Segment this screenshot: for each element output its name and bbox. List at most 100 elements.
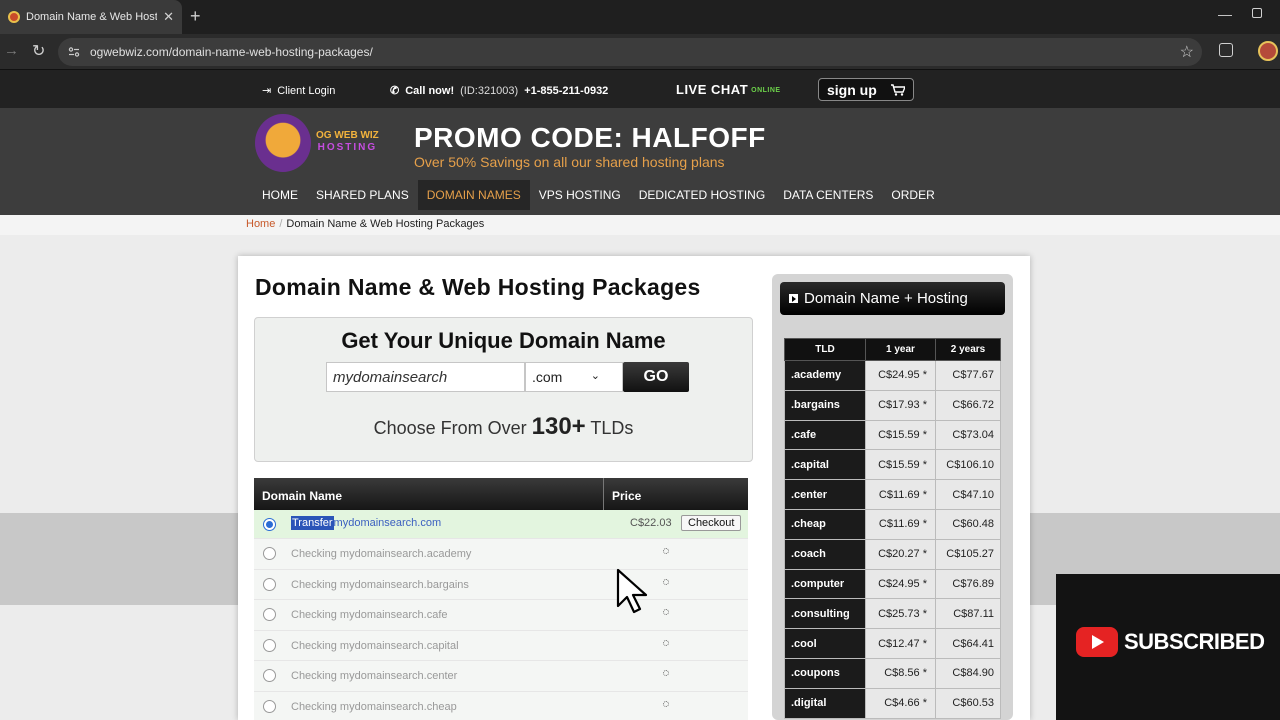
phone-icon: ✆ [390, 85, 400, 97]
col-1-year: 1 year [865, 338, 936, 361]
nav-data-centers[interactable]: DATA CENTERS [774, 180, 882, 210]
forward-icon[interactable]: → [4, 42, 19, 59]
tld-row: .computer C$24.95 * C$76.89 [784, 568, 1001, 600]
col-tld: TLD [784, 338, 866, 361]
domain-results-table: Domain Name Price Transfermydomainsearch… [254, 478, 748, 720]
go-button[interactable]: GO [623, 362, 689, 392]
table-row: Checking mydomainsearch.bargains [254, 569, 748, 600]
price-1-year: C$15.59 * [865, 419, 936, 451]
tld-cell: .capital [784, 449, 866, 481]
expand-icon [789, 294, 798, 303]
nav-shared-plans[interactable]: SHARED PLANS [307, 180, 418, 210]
domain-radio[interactable] [263, 577, 276, 591]
tld-cell: .cafe [784, 419, 866, 451]
price-1-year: C$25.73 * [865, 598, 936, 630]
login-icon: ⇥ [262, 85, 272, 97]
maximize-icon[interactable] [1252, 8, 1262, 18]
price-2-years: C$47.10 [935, 479, 1001, 510]
price-2-years: C$60.48 [935, 508, 1001, 540]
price-2-years: C$66.72 [935, 389, 1001, 421]
price-2-years: C$73.04 [935, 419, 1001, 451]
checkout-button[interactable]: Checkout [681, 515, 742, 531]
nav-vps-hosting[interactable]: VPS HOSTING [530, 180, 630, 210]
call-info: ✆ Call now! (ID:321003) +1-855-211-0932 [390, 84, 608, 98]
tld-cell: .consulting [784, 598, 866, 630]
cart-icon [890, 83, 905, 96]
price-2-years: C$64.41 [935, 628, 1001, 659]
checking-status: Checking mydomainsearch.capital [291, 639, 459, 652]
loading-spinner-icon [663, 639, 669, 646]
breadcrumb-bar: Home / Domain Name & Web Hosting Packages [0, 215, 1280, 235]
loading-spinner-icon [663, 578, 669, 585]
pricing-sidebar: Domain Name + Hosting TLD 1 year 2 years… [772, 274, 1013, 720]
breadcrumb-home[interactable]: Home [246, 218, 275, 230]
price-1-year: C$11.69 * [865, 508, 936, 540]
logo-line2: HOSTING [317, 142, 378, 153]
checking-status: Checking mydomainsearch.cheap [291, 700, 457, 713]
checking-status: Checking mydomainsearch.bargains [291, 578, 469, 591]
subscribed-label: SUBSCRIBED [1124, 629, 1265, 654]
domain-radio[interactable] [263, 608, 276, 621]
sidebar-title: Domain Name + Hosting [804, 290, 968, 307]
results-header: Domain Name Price [254, 478, 748, 510]
close-tab-icon[interactable]: ✕ [163, 9, 174, 25]
phone-number[interactable]: +1-855-211-0932 [524, 85, 608, 97]
bookmark-star-icon[interactable]: ☆ [1180, 42, 1194, 62]
signup-button[interactable]: sign up [818, 78, 914, 101]
promo-title: PROMO CODE: HALFOFF [414, 122, 766, 153]
minimize-icon[interactable]: — [1218, 6, 1232, 22]
online-status: ONLINE [751, 87, 781, 95]
domain-radio[interactable] [263, 699, 276, 713]
domain-radio[interactable] [263, 669, 276, 682]
header-divider [603, 478, 604, 510]
wizard-logo-icon[interactable] [255, 114, 311, 172]
page-title: Domain Name & Web Hosting Packages [255, 274, 701, 300]
tld-cell: .bargains [784, 389, 866, 421]
live-chat-link[interactable]: LIVE CHAT ONLINE [676, 82, 781, 97]
loading-spinner-icon [663, 700, 669, 707]
reload-icon[interactable]: ↻ [32, 41, 45, 61]
sidebar-header[interactable]: Domain Name + Hosting [780, 282, 1005, 315]
tld-cell: .cool [784, 628, 866, 659]
nav-dedicated-hosting[interactable]: DEDICATED HOSTING [630, 180, 774, 210]
logo-line1: OG WEB WIZ [316, 130, 379, 141]
site-settings-icon[interactable] [68, 46, 80, 58]
tld-row: .digital C$4.66 * C$60.53 [784, 687, 1001, 719]
tld-cell: .center [784, 479, 866, 510]
new-tab-icon[interactable]: + [190, 6, 201, 26]
price-1-year: C$11.69 * [865, 479, 936, 510]
address-bar[interactable]: ogwebwiz.com/domain-name-web-hosting-pac… [58, 38, 1202, 66]
domain-radio-selected[interactable] [263, 518, 276, 531]
nav-domain-names[interactable]: DOMAIN NAMES [417, 180, 530, 210]
breadcrumb-current: Domain Name & Web Hosting Packages [286, 218, 485, 230]
tld-select[interactable]: .com ⌄ [525, 362, 623, 392]
youtube-icon [1076, 627, 1118, 657]
promo-subtitle: Over 50% Savings on all our shared hosti… [414, 154, 725, 170]
tld-count: 130+ [531, 413, 586, 440]
domain-radio[interactable] [263, 547, 276, 560]
tld-row: .bargains C$17.93 * C$66.72 [784, 389, 1001, 421]
tld-selected-value: .com [532, 369, 563, 385]
tld-cell: .digital [784, 687, 866, 719]
domain-search-box: Get Your Unique Domain Name .com ⌄ GO Ch… [254, 317, 753, 462]
price-1-year: C$8.56 * [865, 657, 936, 689]
domain-search-input[interactable] [326, 362, 525, 392]
client-login-link[interactable]: ⇥ Client Login [262, 84, 335, 98]
tld-cell: .coupons [784, 657, 866, 689]
chevron-down-icon: ⌄ [590, 370, 600, 382]
domain-radio[interactable] [263, 638, 276, 652]
nav-home[interactable]: HOME [253, 180, 307, 210]
browser-tab[interactable]: Domain Name & Web Hosting ✕ [0, 0, 182, 34]
checking-status: Checking mydomainsearch.cafe [291, 609, 448, 621]
price-1-year: C$4.66 * [865, 687, 936, 719]
tld-cell: .computer [784, 568, 866, 600]
site-logo[interactable]: OG WEB WIZ HOSTING [316, 130, 379, 154]
signup-label: sign up [827, 81, 877, 98]
tld-cell: .coach [784, 538, 866, 570]
profile-avatar[interactable] [1258, 41, 1278, 61]
nav-order[interactable]: ORDER [882, 180, 943, 210]
search-heading: Get Your Unique Domain Name [341, 328, 666, 353]
extensions-icon[interactable] [1219, 43, 1233, 57]
domain-result[interactable]: Transfermydomainsearch.com [291, 516, 441, 530]
loading-spinner-icon [663, 670, 669, 676]
